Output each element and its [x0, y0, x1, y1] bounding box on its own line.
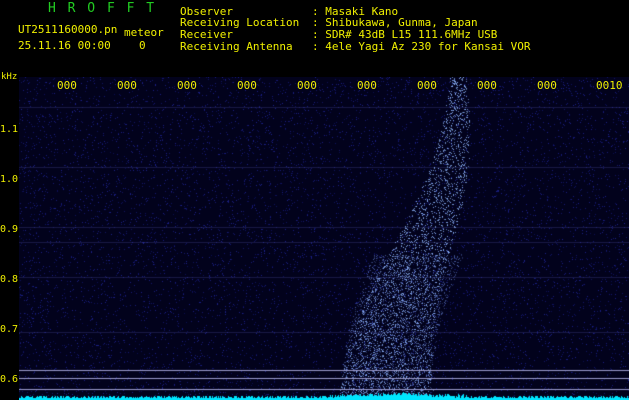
y-tick-0-8: 0.8: [0, 274, 19, 285]
receiver-label: Receiver: [180, 28, 233, 41]
y-tick-0-7: 0.7: [0, 324, 19, 335]
x-tick-6: 000: [357, 79, 377, 92]
x-tick-7: 000: [417, 79, 437, 92]
x-tick-9: 000: [537, 79, 557, 92]
hrofft-logo: H R O F F T: [48, 1, 157, 16]
waterfall-plot: [19, 77, 629, 400]
count-label: 0: [139, 39, 146, 52]
mode-label: meteor: [124, 26, 164, 39]
x-tick-2: 000: [117, 79, 137, 92]
filename-label: UT2511160000.pn: [18, 23, 118, 36]
y-tick-1-1: 1.1: [0, 124, 19, 135]
x-tick-5: 000: [297, 79, 317, 92]
y-unit-label: kHz: [1, 72, 18, 82]
x-tick-4: 000: [237, 79, 257, 92]
y-tick-1-0: 1.0: [0, 174, 19, 185]
location-label: Receiving Location: [180, 16, 300, 29]
waterfall-canvas: [19, 77, 629, 400]
x-tick-1: 000: [57, 79, 77, 92]
x-tick-8: 000: [477, 79, 497, 92]
location-value: : Shibukawa, Gunma, Japan: [312, 16, 478, 29]
antenna-value: : 4ele Yagi Az 230 for Kansai VOR: [312, 40, 531, 53]
x-tick-3: 000: [177, 79, 197, 92]
y-tick-0-9: 0.9: [0, 224, 19, 235]
x-tick-10: 0010: [596, 79, 623, 92]
receiver-value: : SDR# 43dB L15 111.6MHz USB: [312, 28, 498, 41]
y-tick-0-6: 0.6: [0, 374, 19, 385]
antenna-label: Receiving Antenna: [180, 40, 293, 53]
datetime-label: 25.11.16 00:00: [18, 39, 111, 52]
